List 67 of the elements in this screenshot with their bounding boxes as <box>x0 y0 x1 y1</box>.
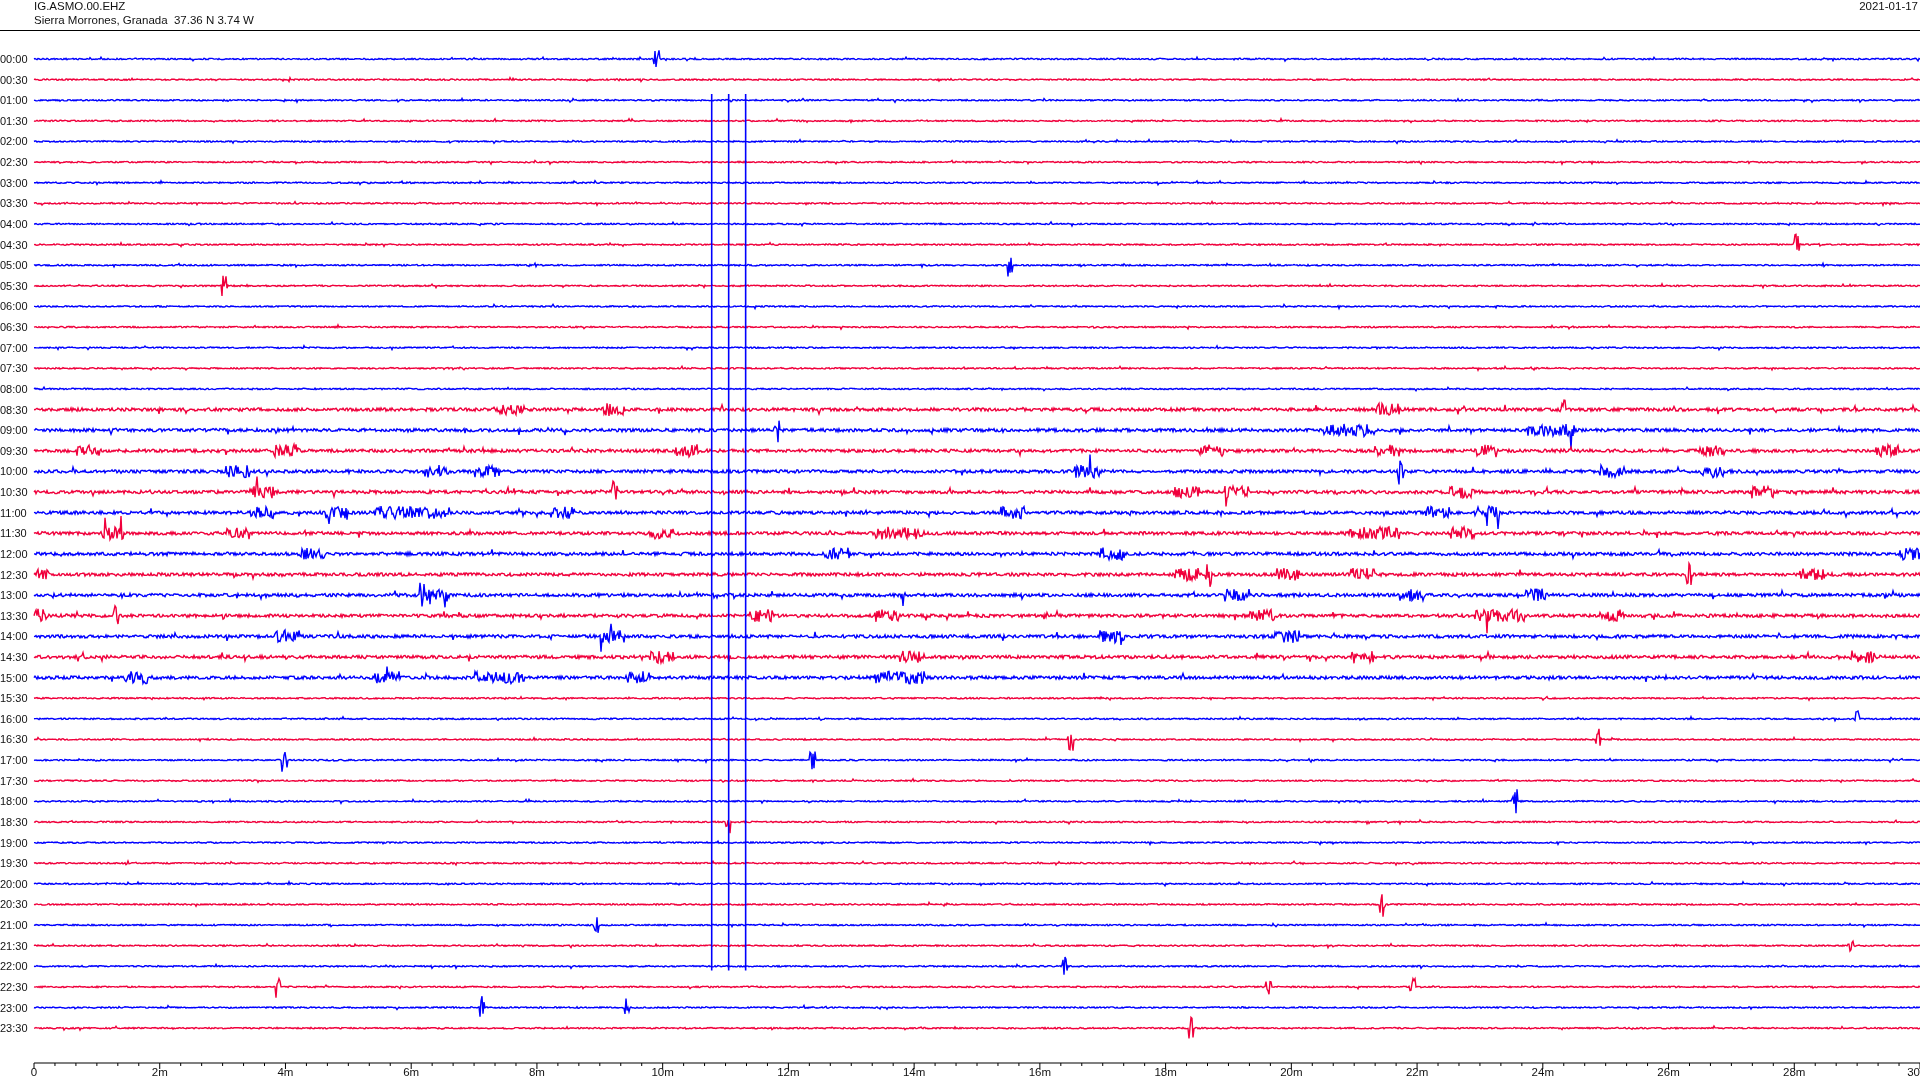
time-label: 00:30 <box>0 73 28 86</box>
time-label: 12:00 <box>0 547 28 560</box>
time-label: 15:00 <box>0 671 28 684</box>
time-label: 17:30 <box>0 774 28 787</box>
time-label: 14:00 <box>0 630 28 643</box>
time-label: 04:30 <box>0 238 28 251</box>
time-label: 11:00 <box>0 506 27 519</box>
time-label: 10:00 <box>0 465 28 478</box>
axis-label: 24m <box>1531 1066 1554 1078</box>
time-label: 09:30 <box>0 444 28 457</box>
time-label: 16:00 <box>0 712 28 725</box>
axis-label: 22m <box>1405 1066 1429 1078</box>
time-label: 08:00 <box>0 382 28 395</box>
time-label: 05:00 <box>0 259 28 272</box>
time-label: 06:00 <box>0 300 28 313</box>
axis-label: 18m <box>1154 1066 1177 1078</box>
time-label: 22:30 <box>0 980 28 993</box>
axis-label: 2m <box>151 1066 168 1078</box>
time-label: 07:00 <box>0 341 28 354</box>
axis-label: 16m <box>1028 1066 1052 1078</box>
time-label: 09:00 <box>0 424 28 437</box>
time-label: 13:30 <box>0 609 28 622</box>
station-code: IG.ASMO.00.EHZ <box>34 0 126 12</box>
time-label: 20:00 <box>0 877 28 890</box>
axis-label: 12m <box>777 1066 800 1078</box>
time-label: 15:30 <box>0 692 28 705</box>
time-label: 03:30 <box>0 197 28 210</box>
time-label: 05:30 <box>0 279 28 292</box>
time-label: 14:30 <box>0 651 28 663</box>
time-label: 04:00 <box>0 217 28 230</box>
axis-label: 6m <box>403 1066 420 1078</box>
time-label: 21:00 <box>0 919 28 932</box>
time-label: 23:00 <box>0 1001 28 1014</box>
time-label: 19:30 <box>0 857 28 870</box>
time-label: 19:00 <box>0 836 28 849</box>
time-label: 08:30 <box>0 403 28 416</box>
time-label: 11:30 <box>0 527 27 540</box>
axis-label: 30 <box>1907 1066 1920 1078</box>
axis-label: 10m <box>651 1066 674 1078</box>
time-label: 22:00 <box>0 960 28 973</box>
time-label: 02:00 <box>0 135 28 148</box>
date-label: 2021-01-17 <box>1859 0 1918 12</box>
time-label: 06:30 <box>0 321 28 334</box>
time-label: 12:30 <box>0 568 28 581</box>
time-label: 21:30 <box>0 939 28 952</box>
axis-label: 20m <box>1280 1066 1303 1078</box>
axis-label: 8m <box>528 1066 545 1078</box>
time-label: 17:00 <box>0 754 28 767</box>
time-label: 02:30 <box>0 156 28 169</box>
time-label: 16:30 <box>0 733 28 746</box>
time-label: 10:30 <box>0 486 28 498</box>
station-location: Sierra Morrones, Granada 37.36 N 3.74 W <box>34 14 254 26</box>
axis-label: 28m <box>1783 1066 1806 1078</box>
time-label: 03:00 <box>0 176 28 189</box>
time-label: 01:00 <box>0 94 28 107</box>
time-label: 23:30 <box>0 1022 28 1035</box>
time-label: 07:30 <box>0 362 28 375</box>
axis-label: 4m <box>277 1066 294 1078</box>
time-label: 00:00 <box>0 53 28 65</box>
time-label: 18:00 <box>0 795 28 808</box>
axis-label: 0 <box>30 1066 38 1078</box>
time-label: 20:30 <box>0 898 28 911</box>
axis-label: 26m <box>1657 1066 1680 1078</box>
time-label: 18:30 <box>0 815 28 828</box>
axis-label: 14m <box>902 1066 926 1078</box>
time-label: 01:30 <box>0 114 28 127</box>
time-label: 13:00 <box>0 589 28 602</box>
